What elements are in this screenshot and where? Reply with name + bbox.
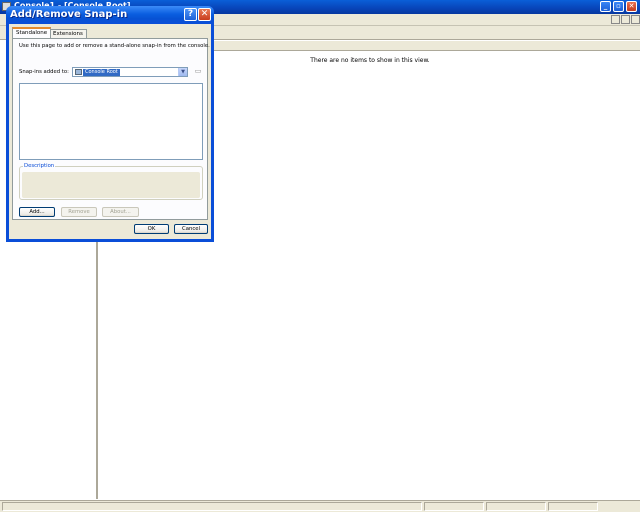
close-button[interactable]: ✕: [626, 1, 637, 12]
description-text-area: [22, 172, 200, 198]
console-root-icon: [75, 69, 82, 75]
folder-up-icon[interactable]: ▭: [193, 67, 203, 77]
dialog-close-button[interactable]: ✕: [198, 8, 211, 21]
help-button[interactable]: ?: [184, 8, 197, 21]
add-remove-snapin-dialog: Add/Remove Snap-in ? ✕ Standalone Extens…: [6, 6, 214, 242]
ok-button[interactable]: OK: [134, 224, 169, 234]
description-group: Description: [19, 163, 203, 200]
dialog-body: Standalone Extensions Use this page to a…: [9, 24, 211, 239]
status-cell: [486, 502, 546, 511]
tab-standalone[interactable]: Standalone: [12, 27, 52, 38]
about-button[interactable]: About...: [102, 207, 139, 217]
snapin-list[interactable]: [19, 83, 203, 160]
standalone-tab-panel: Use this page to add or remove a stand-a…: [12, 38, 210, 220]
dialog-titlebar[interactable]: Add/Remove Snap-in ? ✕: [6, 6, 214, 24]
status-cell: [424, 502, 484, 511]
status-cell: [548, 502, 598, 511]
dialog-title: Add/Remove Snap-in: [10, 9, 128, 20]
snapins-added-to-label: Snap-ins added to:: [19, 69, 69, 75]
child-restore-button[interactable]: [621, 15, 630, 24]
child-close-button[interactable]: [631, 15, 640, 24]
description-label: Description: [23, 163, 56, 169]
restore-button[interactable]: ▫: [613, 1, 624, 12]
chevron-down-icon[interactable]: ▼: [178, 68, 187, 76]
status-cell: [2, 502, 422, 511]
child-minimize-button[interactable]: [611, 15, 620, 24]
intro-text: Use this page to add or remove a stand-a…: [19, 43, 210, 49]
snapins-added-to-dropdown[interactable]: Console Root ▼: [72, 67, 188, 77]
minimize-button[interactable]: _: [600, 1, 611, 12]
add-button[interactable]: Add...: [19, 207, 55, 217]
dropdown-selected-value: Console Root: [83, 69, 120, 76]
cancel-button[interactable]: Cancel: [174, 224, 208, 234]
remove-button[interactable]: Remove: [61, 207, 97, 217]
